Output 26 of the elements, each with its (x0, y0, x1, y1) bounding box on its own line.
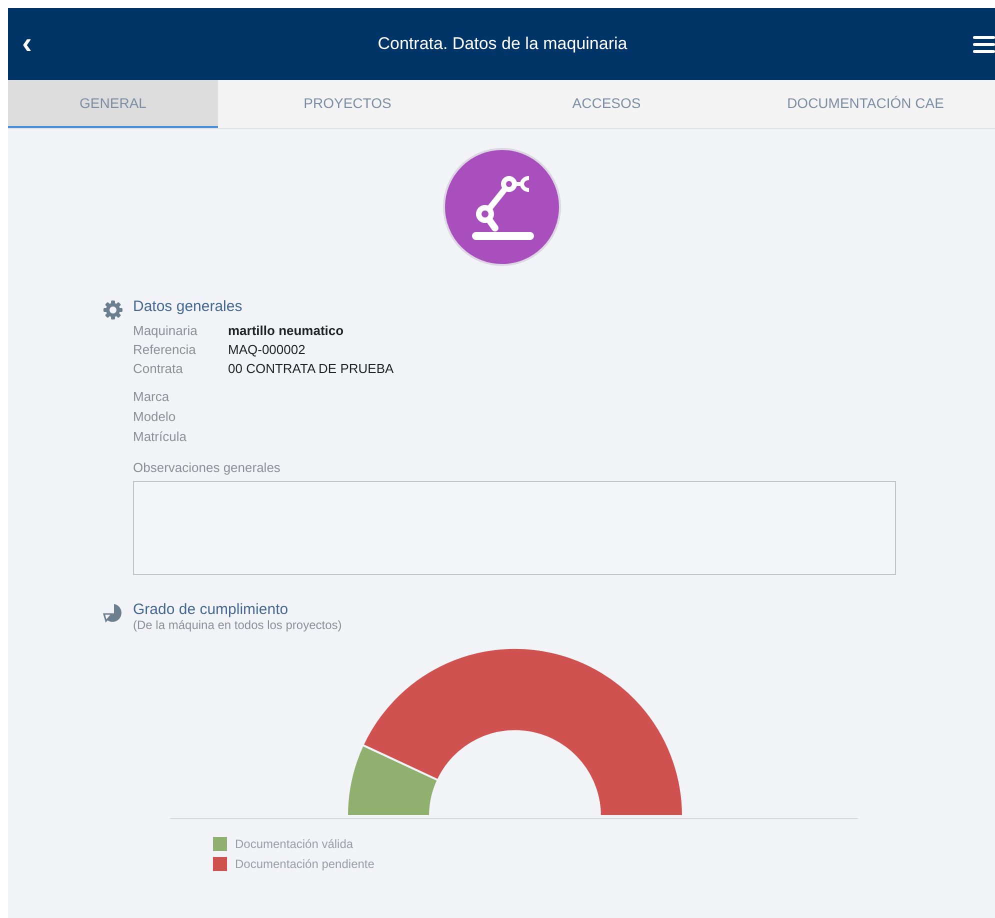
section-subtitle: (De la máquina en todos los proyectos) (133, 618, 342, 632)
field-label: Marca (133, 389, 170, 404)
menu-button[interactable] (973, 36, 995, 52)
field-value: 00 CONTRATA DE PRUEBA (228, 361, 395, 376)
window-title: Contrata. Datos de la maquinaria (376, 34, 628, 54)
back-button[interactable]: ‹ (12, 29, 42, 59)
field-label: Contrata (133, 361, 184, 376)
tab[interactable]: DOCUMENTACIÓN CAE (736, 80, 995, 128)
field-label: Matrícula (133, 429, 188, 444)
notes-field[interactable] (133, 481, 896, 575)
gear-icon (103, 300, 123, 320)
field-label: Observaciones generales (133, 460, 282, 475)
field-label: Maquinaria (133, 323, 198, 338)
section-title: Grado de cumplimiento (133, 601, 290, 618)
tab[interactable]: PROYECTOS (218, 80, 477, 128)
tab[interactable]: GENERAL (8, 80, 218, 128)
field-value: martillo neumatico (228, 323, 345, 338)
pie-chart-icon (103, 603, 123, 623)
section-title: Datos generales (133, 298, 242, 315)
robot-arm-icon (442, 148, 560, 266)
legend-label: Documentación válida (235, 837, 354, 851)
tab[interactable]: ACCESOS (477, 80, 736, 128)
field-label: Referencia (133, 342, 197, 357)
field-label: Modelo (133, 409, 177, 424)
legend-label: Documentación pendiente (235, 857, 374, 871)
field-value: MAQ-000002 (228, 342, 306, 357)
